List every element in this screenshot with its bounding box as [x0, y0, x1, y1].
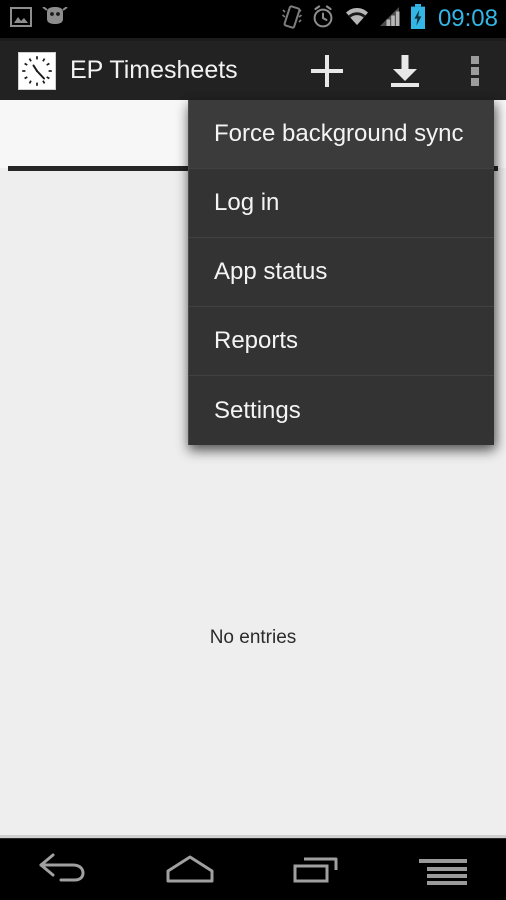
- action-bar: EP Timesheets: [0, 41, 506, 100]
- action-bar-actions: [288, 41, 506, 100]
- overflow-menu-button[interactable]: [444, 41, 506, 100]
- empty-entries-label: No entries: [209, 627, 297, 648]
- wifi-icon: [344, 7, 370, 32]
- screenshot-icon: [10, 6, 32, 32]
- clock-app-icon: [18, 51, 56, 90]
- menu-button[interactable]: [388, 839, 498, 900]
- android-screen: 09:08 EP Timesheets No entries Force bac…: [0, 0, 506, 900]
- status-bar: 09:08: [0, 0, 506, 38]
- home-button[interactable]: [135, 839, 245, 900]
- battery-charging-icon: [410, 3, 426, 35]
- alarm-icon: [311, 4, 335, 34]
- menu-item-settings[interactable]: Settings: [189, 376, 494, 445]
- add-entry-button[interactable]: [288, 41, 366, 100]
- menu-item-reports[interactable]: Reports: [189, 307, 494, 376]
- status-bar-right-icons: 09:08: [281, 3, 498, 35]
- recents-button[interactable]: [261, 839, 371, 900]
- overflow-menu-popup: Force background sync Log in App status …: [188, 100, 494, 445]
- status-bar-clock: 09:08: [437, 5, 498, 32]
- back-button[interactable]: [8, 839, 118, 900]
- menu-item-label: Log in: [214, 189, 280, 216]
- menu-item-app-status[interactable]: App status: [189, 238, 494, 307]
- app-title: EP Timesheets: [70, 56, 238, 84]
- menu-item-log-in[interactable]: Log in: [189, 169, 494, 238]
- download-button[interactable]: [366, 41, 444, 100]
- android-robot-icon: [42, 5, 68, 32]
- status-bar-left-icons: [10, 5, 68, 32]
- navigation-bar: [0, 838, 506, 900]
- menu-item-label: Force background sync: [214, 120, 464, 147]
- signal-icon: [379, 6, 401, 32]
- menu-item-label: Settings: [214, 396, 301, 424]
- menu-item-label: Reports: [214, 327, 299, 354]
- menu-item-label: App status: [214, 258, 328, 285]
- vibrate-icon: [281, 4, 302, 35]
- menu-item-force-background-sync[interactable]: Force background sync: [189, 100, 494, 169]
